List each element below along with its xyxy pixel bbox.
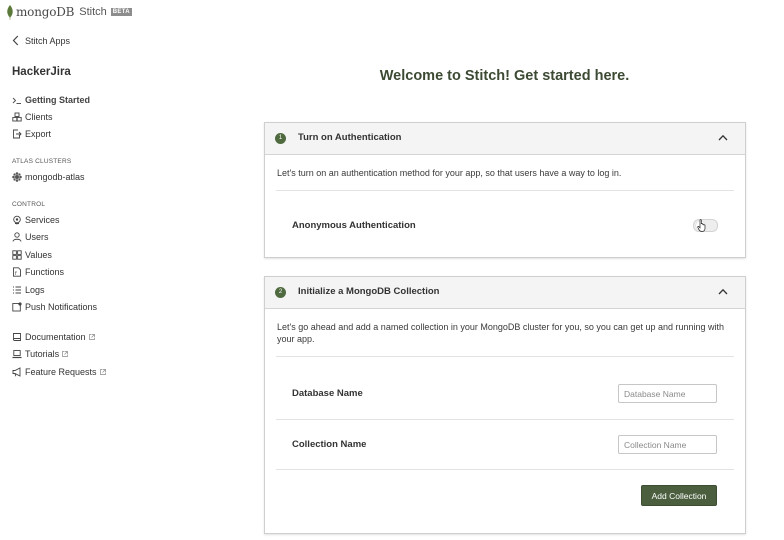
divider (276, 190, 734, 191)
terminal-prompt-icon (12, 95, 22, 105)
add-collection-button[interactable]: Add Collection (641, 485, 717, 506)
app-name: HackerJira (12, 66, 71, 78)
megaphone-icon (12, 367, 22, 377)
database-name-input[interactable] (618, 384, 717, 403)
nav-item-tutorials[interactable]: Tutorials (12, 349, 69, 359)
nav-item-label: Clients (25, 112, 53, 122)
nav-item-label: Documentation (25, 332, 86, 342)
divider (276, 419, 734, 420)
divider (276, 356, 734, 357)
nav-item-getting-started[interactable]: Getting Started (12, 95, 90, 105)
logs-icon (12, 285, 22, 295)
collection-card-header[interactable]: 2 Initialize a MongoDB Collection (265, 277, 745, 309)
authentication-card: 1 Turn on Authentication Let's turn on a… (264, 122, 746, 258)
external-link-icon (99, 369, 106, 375)
collection-card-title: Initialize a MongoDB Collection (298, 286, 440, 297)
nav-item-logs[interactable]: Logs (12, 285, 45, 295)
nav-item-label: Functions (25, 267, 65, 277)
clients-icon (12, 112, 22, 122)
services-icon (12, 215, 22, 225)
collection-card: 2 Initialize a MongoDB Collection Let's … (264, 276, 746, 534)
chevron-left-icon (12, 35, 19, 46)
nav-item-mongodb-atlas[interactable]: mongodb-atlas (12, 172, 85, 182)
database-name-label: Database Name (292, 388, 363, 399)
collection-name-input[interactable] (618, 435, 717, 454)
external-link-icon (62, 351, 69, 357)
nav-item-label: Tutorials (25, 349, 60, 359)
nav-item-label: Export (25, 129, 52, 139)
nav-item-functions[interactable]: f Functions (12, 267, 64, 277)
chevron-up-icon[interactable] (718, 288, 728, 295)
control-heading: CONTROL (12, 201, 46, 208)
export-icon (12, 129, 22, 139)
nav-item-label: Logs (25, 285, 45, 295)
laptop-icon (12, 349, 22, 359)
hand-pointer-cursor-icon (697, 219, 706, 232)
beta-badge: BETA (110, 8, 132, 16)
chevron-up-icon[interactable] (718, 134, 728, 141)
nav-item-feature-requests[interactable]: Feature Requests (12, 367, 106, 377)
nav-item-label: Values (25, 250, 52, 260)
collection-description: Let's go ahead and add a named collectio… (277, 322, 725, 344)
book-icon (12, 332, 22, 342)
nav-item-label: Services (25, 215, 60, 225)
push-icon (12, 302, 22, 312)
authentication-description: Let's turn on an authentication method f… (277, 168, 622, 178)
nav-item-label: mongodb-atlas (25, 172, 85, 182)
values-icon (12, 250, 22, 260)
user-icon (12, 232, 22, 242)
nav-item-push-notifications[interactable]: Push Notifications (12, 302, 97, 312)
nav-item-label: Feature Requests (25, 367, 97, 377)
mongodb-leaf-icon (7, 4, 13, 20)
nav-item-label: Users (25, 232, 49, 242)
nav-item-clients[interactable]: Clients (12, 112, 53, 122)
mongodb-stitch-logo: mongoDB Stitch BETA (6, 3, 132, 21)
nav-item-services[interactable]: Services (12, 215, 60, 225)
cluster-icon (12, 172, 22, 182)
nav-item-documentation[interactable]: Documentation (12, 332, 95, 342)
nav-item-label: Getting Started (25, 95, 91, 105)
welcome-heading: Welcome to Stitch! Get started here. (379, 68, 630, 84)
atlas-clusters-heading: ATLAS CLUSTERS (12, 158, 72, 165)
anonymous-authentication-label: Anonymous Authentication (292, 220, 416, 231)
step-number-badge: 2 (275, 287, 286, 298)
collection-name-label: Collection Name (292, 439, 367, 450)
authentication-card-header[interactable]: 1 Turn on Authentication (265, 123, 745, 155)
step-number-badge: 1 (275, 133, 286, 144)
functions-icon: f (12, 267, 22, 277)
product-name: Stitch (79, 6, 107, 18)
svg-text:f: f (15, 271, 17, 277)
authentication-card-title: Turn on Authentication (298, 132, 402, 143)
nav-item-users[interactable]: Users (12, 232, 49, 242)
divider (276, 469, 734, 470)
nav-item-label: Push Notifications (25, 302, 98, 312)
nav-item-values[interactable]: Values (12, 250, 52, 260)
nav-item-export[interactable]: Export (12, 129, 51, 139)
brand-name: mongoDB (16, 5, 75, 19)
back-link-label: Stitch Apps (25, 35, 71, 46)
external-link-icon (88, 334, 95, 340)
back-to-apps-link[interactable]: Stitch Apps (12, 35, 70, 46)
